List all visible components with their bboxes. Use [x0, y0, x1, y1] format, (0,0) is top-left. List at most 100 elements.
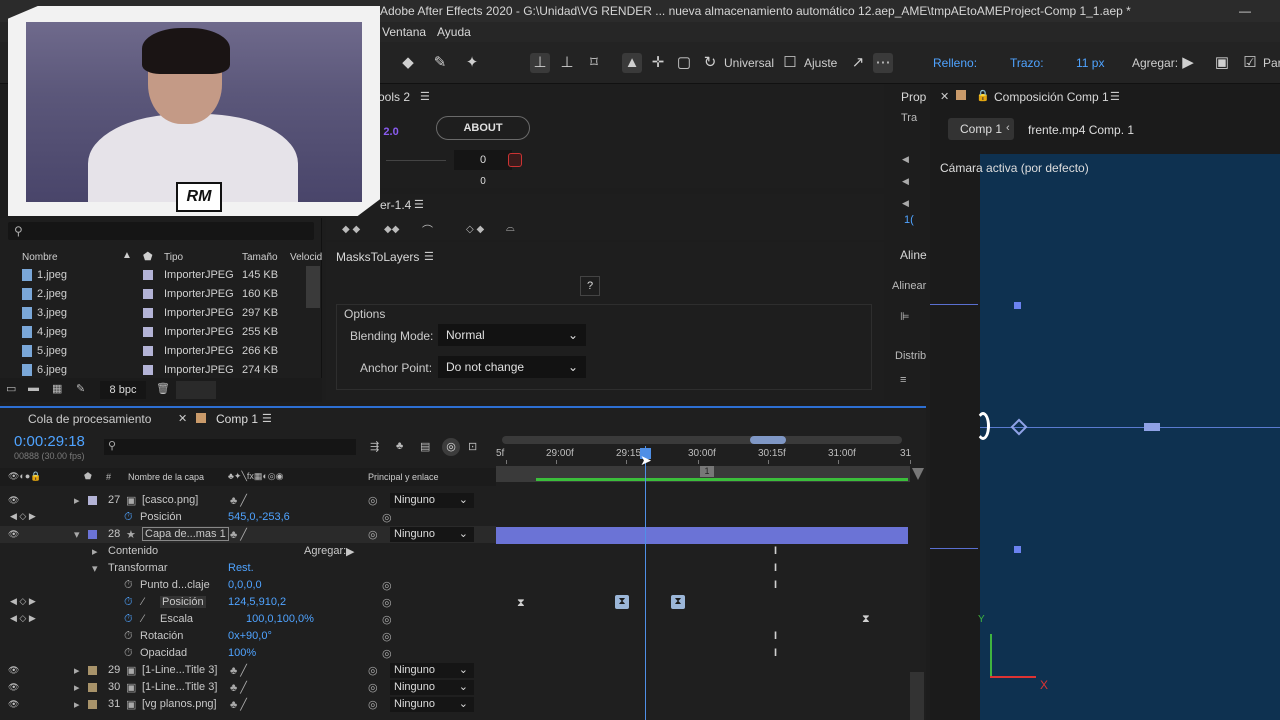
reset-link[interactable]: Rest.	[228, 562, 254, 574]
panel-menu-icon[interactable]: ☰	[262, 412, 272, 425]
keyframe-handle[interactable]	[1144, 423, 1160, 431]
graph-icon[interactable]: ⁄	[142, 613, 144, 625]
visibility-icon[interactable]: 👁◐●🔒	[8, 471, 42, 482]
zoom-handle[interactable]	[750, 436, 786, 444]
layer-row[interactable]: 👁 ▸ 30 ▣ [1-Line...Title 3] ♣ ╱ ◎ Ninguno ⌄	[0, 679, 496, 696]
pickwhip-icon[interactable]: ◎	[368, 698, 378, 711]
keyframe-nav-icon[interactable]: ◀ ◇ ▶	[10, 511, 36, 522]
eye-icon[interactable]: 👁	[8, 529, 19, 540]
col-layer-name[interactable]: Nombre de la capa	[128, 472, 204, 482]
timeline-search[interactable]: ⚲	[104, 439, 356, 455]
ease-out-icon[interactable]: ◇ ◆	[466, 224, 484, 235]
switches-icons[interactable]: ♣ ╱	[230, 528, 247, 541]
col-size[interactable]: Tamaño	[242, 252, 278, 263]
stopwatch-icon[interactable]: ⏱	[124, 579, 133, 592]
stopwatch-icon[interactable]: ⏱	[124, 596, 133, 609]
prev-keyframe-icon[interactable]: ◀	[902, 154, 909, 165]
label-swatch[interactable]	[88, 683, 97, 692]
layer-row[interactable]: 👁 ▸ 27 ▣ [casco.png] ♣ ╱ ◎ Ninguno ⌄	[0, 492, 496, 509]
tab-render-queue[interactable]: Cola de procesamiento	[28, 412, 151, 426]
timeline-scrollbar[interactable]	[910, 672, 924, 720]
twirl-icon[interactable]: ▾	[92, 562, 98, 575]
stopwatch-icon[interactable]: ⏱	[124, 613, 133, 626]
sort-up-icon[interactable]: ▲	[122, 250, 132, 261]
property-value[interactable]: 100%	[228, 647, 256, 659]
property-value[interactable]: 100,0,100,0%	[246, 613, 314, 625]
twirl-icon[interactable]: ▸	[74, 664, 80, 677]
blending-mode-select[interactable]: Normal ⌄	[438, 324, 586, 346]
world-axis-icon[interactable]: ⊥	[557, 53, 577, 73]
project-file-row[interactable]: 2.jpeg ImporterJPEG 160 KB	[0, 285, 322, 304]
current-time-indicator[interactable]	[645, 446, 646, 720]
selection-tool-icon[interactable]: ▲	[622, 53, 642, 73]
label-swatch[interactable]	[88, 666, 97, 675]
stopwatch-icon[interactable]: ⏱	[124, 647, 133, 660]
slider-track[interactable]	[386, 160, 446, 161]
chevron-left-icon[interactable]: ‹	[1006, 122, 1010, 134]
layer-name[interactable]: [vg planos.png]	[142, 698, 217, 710]
eye-icon[interactable]: 👁	[8, 682, 19, 693]
brush-icon[interactable]: ✎	[430, 53, 450, 73]
label-swatch[interactable]	[88, 700, 97, 709]
stopwatch-icon[interactable]: ⏱	[124, 630, 133, 643]
stopwatch-icon[interactable]: ⏱	[124, 511, 133, 524]
layer-name[interactable]: [casco.png]	[142, 494, 198, 506]
switches-icons[interactable]: ♣ ╱	[230, 494, 247, 507]
property-row[interactable]: ◀ ◇ ▶ ⏱ Escala ⁄ 100,0,100,0% ◎	[0, 611, 496, 628]
twirl-icon[interactable]: ▾	[74, 528, 80, 541]
end-marker-icon[interactable]	[912, 468, 924, 480]
pickwhip-icon[interactable]: ◎	[368, 681, 378, 694]
about-button[interactable]: ABOUT	[436, 116, 530, 140]
distribute-icon[interactable]: ≡	[900, 374, 906, 386]
tab-comp1[interactable]: Comp 1	[216, 412, 258, 426]
record-icon[interactable]	[508, 153, 522, 167]
parent-select[interactable]: Ninguno ⌄	[390, 663, 474, 678]
pickwhip-icon[interactable]: ◎	[368, 528, 378, 541]
pickwhip-icon[interactable]: ◎	[382, 613, 392, 626]
col-speed[interactable]: Velocid	[290, 252, 322, 263]
properties-tab[interactable]: Tra	[901, 112, 917, 124]
path-handle[interactable]	[1014, 302, 1021, 309]
curve-icon[interactable]: ⌒	[422, 222, 433, 238]
fill-label[interactable]: Relleno:	[933, 56, 977, 70]
property-value[interactable]: 0,0,0,0	[228, 579, 262, 591]
settings-icon[interactable]: ✎	[76, 382, 85, 395]
shy-icon[interactable]: ▤	[420, 440, 430, 453]
layer-content-shape[interactable]	[976, 412, 990, 440]
align-left-icon[interactable]: ⊫	[900, 310, 910, 323]
property-group-row[interactable]: ▸ Contenido Agregar: ▶	[0, 543, 496, 560]
ajuste-label[interactable]: Ajuste	[804, 56, 837, 70]
keyframe-selected[interactable]: ⧗	[615, 595, 629, 609]
keyframe-icon[interactable]: ⧗	[862, 613, 870, 626]
switches-icons[interactable]: ♣✦╲fx▦◐◎◉	[228, 471, 284, 482]
pickwhip-icon[interactable]: ◎	[382, 647, 392, 660]
snap-arrow-icon[interactable]: ↗	[848, 53, 868, 73]
ease-both-icon[interactable]: ◆◆	[384, 224, 399, 235]
pickwhip-icon[interactable]: ◎	[382, 511, 392, 524]
grid-icon[interactable]: ⋯	[873, 53, 893, 73]
tools-value-1[interactable]: 0	[454, 150, 512, 170]
stroke-label[interactable]: Trazo:	[1010, 56, 1044, 70]
pickwhip-icon[interactable]: ◎	[368, 494, 378, 507]
hand-tool-icon[interactable]: ✛	[648, 53, 668, 73]
anchor-point-select[interactable]: Do not change ⌄	[438, 356, 586, 378]
menu-ayuda[interactable]: Ayuda	[437, 25, 471, 39]
parent-select[interactable]: Ninguno ⌄	[390, 680, 474, 695]
parent-select[interactable]: Ninguno ⌄	[390, 527, 474, 542]
comp-marker[interactable]: 1	[700, 466, 714, 477]
keyframe-nav-icon[interactable]: ◀ ◇ ▶	[10, 613, 36, 624]
draft3d-icon[interactable]: ♣	[396, 440, 403, 452]
overshoot-icon[interactable]: ⌓	[506, 222, 515, 235]
checkbox-icon[interactable]: ☑	[1240, 53, 1260, 73]
layer-in-marker[interactable]: I	[774, 545, 777, 557]
keyframe-icon[interactable]: ⧗	[517, 597, 525, 610]
label-swatch[interactable]	[143, 308, 153, 318]
view-axis-icon[interactable]: ⌑	[584, 53, 604, 73]
property-row[interactable]: ⏱ Punto d...claje 0,0,0,0 ◎	[0, 577, 496, 594]
project-file-row[interactable]: 3.jpeg ImporterJPEG 297 KB	[0, 304, 322, 323]
comp-tab[interactable]: Composición Comp 1	[994, 90, 1109, 104]
label-swatch[interactable]	[143, 365, 153, 375]
project-file-row[interactable]: 1.jpeg ImporterJPEG 145 KB	[0, 266, 322, 285]
layer-name[interactable]: [1-Line...Title 3]	[142, 664, 217, 676]
property-value[interactable]: 545,0,-253,6	[228, 511, 290, 523]
